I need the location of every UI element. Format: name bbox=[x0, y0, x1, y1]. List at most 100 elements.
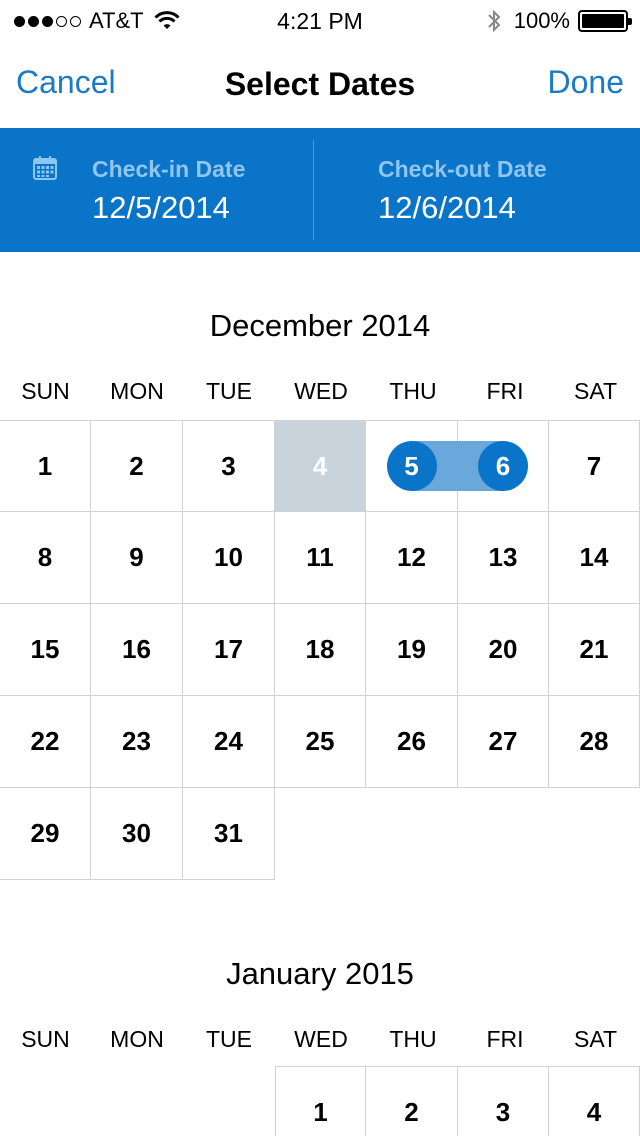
calendar-day-dec-26[interactable]: 26 bbox=[366, 696, 458, 788]
weekday-sun: SUN bbox=[21, 378, 70, 404]
calendar-grid-january: 1 2 3 4 bbox=[0, 1066, 640, 1136]
calendar-day-number: 3 bbox=[221, 450, 236, 481]
calendar-day-jan-3[interactable]: 3 bbox=[458, 1066, 549, 1136]
calendar-day-number: 11 bbox=[306, 542, 334, 572]
checkout-date-label: Check-out Date bbox=[378, 156, 547, 182]
calendar-day-dec-2[interactable]: 2 bbox=[91, 420, 183, 512]
calendar-day-jan-4[interactable]: 4 bbox=[549, 1066, 640, 1136]
calendar-day-dec-25[interactable]: 25 bbox=[275, 696, 366, 788]
calendar-day-number: 27 bbox=[488, 726, 518, 756]
weekday-wed: WED bbox=[294, 378, 348, 404]
calendar-day-number: 21 bbox=[579, 634, 609, 664]
checkin-date-label: Check-in Date bbox=[92, 156, 246, 182]
checkin-date-panel[interactable]: Check-in Date 12/5/2014 bbox=[0, 128, 313, 252]
calendar-day-dec-10[interactable]: 10 bbox=[183, 512, 275, 604]
calendar-day-number: 18 bbox=[305, 634, 335, 664]
calendar-day-number: 6 bbox=[478, 441, 528, 491]
weekday-thu: THU bbox=[389, 1026, 437, 1052]
weekday-sun: SUN bbox=[21, 1026, 70, 1052]
calendar-day-number: 14 bbox=[579, 542, 609, 572]
calendar-day-dec-7[interactable]: 7 bbox=[549, 420, 640, 512]
weekday-header-january: SUN MON TUE WED THU FRI SAT bbox=[0, 1026, 640, 1066]
weekday-fri: FRI bbox=[486, 378, 524, 404]
status-right: 100% bbox=[486, 8, 632, 34]
calendar-day-number: 15 bbox=[30, 634, 60, 664]
calendar-day-dec-3[interactable]: 3 bbox=[183, 420, 275, 512]
calendar-day-number: 25 bbox=[305, 726, 335, 756]
calendar-day-dec-22[interactable]: 22 bbox=[0, 696, 91, 788]
calendar-day-dec-16[interactable]: 16 bbox=[91, 604, 183, 696]
calendar-day-dec-21[interactable]: 21 bbox=[549, 604, 640, 696]
navigation-bar: Cancel Select Dates Done bbox=[0, 40, 640, 128]
calendar-day-dec-13[interactable]: 13 bbox=[458, 512, 549, 604]
weekday-wed: WED bbox=[294, 1026, 348, 1052]
calendar-day-number: 23 bbox=[122, 726, 151, 756]
calendar-day-number: 1 bbox=[37, 450, 53, 481]
calendar-day-number: 7 bbox=[586, 450, 602, 481]
calendar-day-number: 8 bbox=[37, 542, 53, 572]
calendar-day-dec-18[interactable]: 18 bbox=[275, 604, 366, 696]
calendar-day-number: 24 bbox=[214, 726, 243, 756]
calendar-day-number: 13 bbox=[488, 542, 518, 572]
calendar-day-jan-2[interactable]: 2 bbox=[366, 1066, 458, 1136]
calendar-day-number: 16 bbox=[122, 634, 151, 664]
calendar-day-number: 12 bbox=[397, 542, 426, 572]
checkin-date-value: 12/5/2014 bbox=[92, 190, 230, 225]
calendar-day-dec-9[interactable]: 9 bbox=[91, 512, 183, 604]
calendar-day-dec-31[interactable]: 31 bbox=[183, 788, 275, 880]
calendar-day-dec-19[interactable]: 19 bbox=[366, 604, 458, 696]
bluetooth-icon bbox=[488, 9, 501, 33]
calendar-day-number: 2 bbox=[129, 450, 144, 481]
weekday-mon: MON bbox=[110, 1026, 164, 1052]
calendar-day-dec-29[interactable]: 29 bbox=[0, 788, 91, 880]
calendar-day-dec-11[interactable]: 11 bbox=[275, 512, 366, 604]
calendar-day-dec-4[interactable]: 4 bbox=[275, 420, 366, 512]
calendar-day-number: 1 bbox=[313, 1096, 328, 1127]
checkout-date-panel[interactable]: Check-out Date 12/6/2014 bbox=[313, 128, 640, 252]
weekday-sat: SAT bbox=[573, 1026, 618, 1052]
calendar-day-number: 31 bbox=[214, 818, 243, 848]
weekday-thu: THU bbox=[389, 378, 437, 404]
calendar-day-number: 26 bbox=[397, 726, 426, 756]
date-range-header: Check-in Date 12/5/2014 Check-out Date 1… bbox=[0, 128, 640, 252]
page-title: Select Dates bbox=[224, 66, 416, 102]
weekday-fri: FRI bbox=[486, 1026, 524, 1052]
calendar-day-number: 3 bbox=[495, 1096, 511, 1127]
calendar-day-number: 30 bbox=[122, 818, 151, 848]
month-title-january: January 2015 bbox=[226, 956, 414, 991]
checkout-date-value: 12/6/2014 bbox=[378, 190, 516, 225]
weekday-header-december: SUN MON TUE WED THU FRI SAT bbox=[0, 378, 640, 418]
calendar-day-dec-27[interactable]: 27 bbox=[458, 696, 549, 788]
status-bar: AT&T 4:21 PM 100% bbox=[0, 0, 640, 40]
calendar-day-dec-23[interactable]: 23 bbox=[91, 696, 183, 788]
weekday-sat: SAT bbox=[573, 378, 618, 404]
calendar-day-number: 5 bbox=[386, 441, 437, 491]
calendar-day-number: 10 bbox=[214, 542, 243, 572]
calendar-day-number: 19 bbox=[397, 634, 426, 664]
calendar-day-dec-12[interactable]: 12 bbox=[366, 512, 458, 604]
calendar-day-dec-28[interactable]: 28 bbox=[549, 696, 640, 788]
calendar-day-dec-15[interactable]: 15 bbox=[0, 604, 91, 696]
calendar-day-number: 4 bbox=[586, 1096, 602, 1127]
month-title-december: December 2014 bbox=[209, 308, 431, 343]
calendar-day-number: 4 bbox=[312, 450, 328, 481]
calendar-grid-december: 1 2 3 4 5 6 7 8 9 10 11 12 13 14 15 16 17 18 19 20 21 22 23 24 2… bbox=[0, 420, 640, 882]
weekday-mon: MON bbox=[110, 378, 164, 404]
battery-percent: 100% bbox=[513, 8, 570, 33]
calendar-day-dec-1[interactable]: 1 bbox=[0, 420, 91, 512]
calendar-day-dec-8[interactable]: 8 bbox=[0, 512, 91, 604]
calendar-day-number: 9 bbox=[129, 542, 144, 572]
calendar-day-number: 29 bbox=[30, 818, 60, 848]
battery-icon bbox=[578, 10, 632, 32]
weekday-tue: TUE bbox=[206, 1026, 252, 1052]
calendar-day-dec-20[interactable]: 20 bbox=[458, 604, 549, 696]
done-button[interactable]: Done bbox=[548, 64, 625, 101]
calendar-day-dec-14[interactable]: 14 bbox=[549, 512, 640, 604]
calendar-icon bbox=[33, 156, 57, 180]
calendar-day-dec-30[interactable]: 30 bbox=[91, 788, 183, 880]
calendar-day-number: 17 bbox=[214, 634, 243, 664]
calendar-day-dec-24[interactable]: 24 bbox=[183, 696, 275, 788]
calendar-day-jan-1[interactable]: 1 bbox=[275, 1066, 366, 1136]
weekday-tue: TUE bbox=[206, 378, 252, 404]
calendar-day-dec-17[interactable]: 17 bbox=[183, 604, 275, 696]
